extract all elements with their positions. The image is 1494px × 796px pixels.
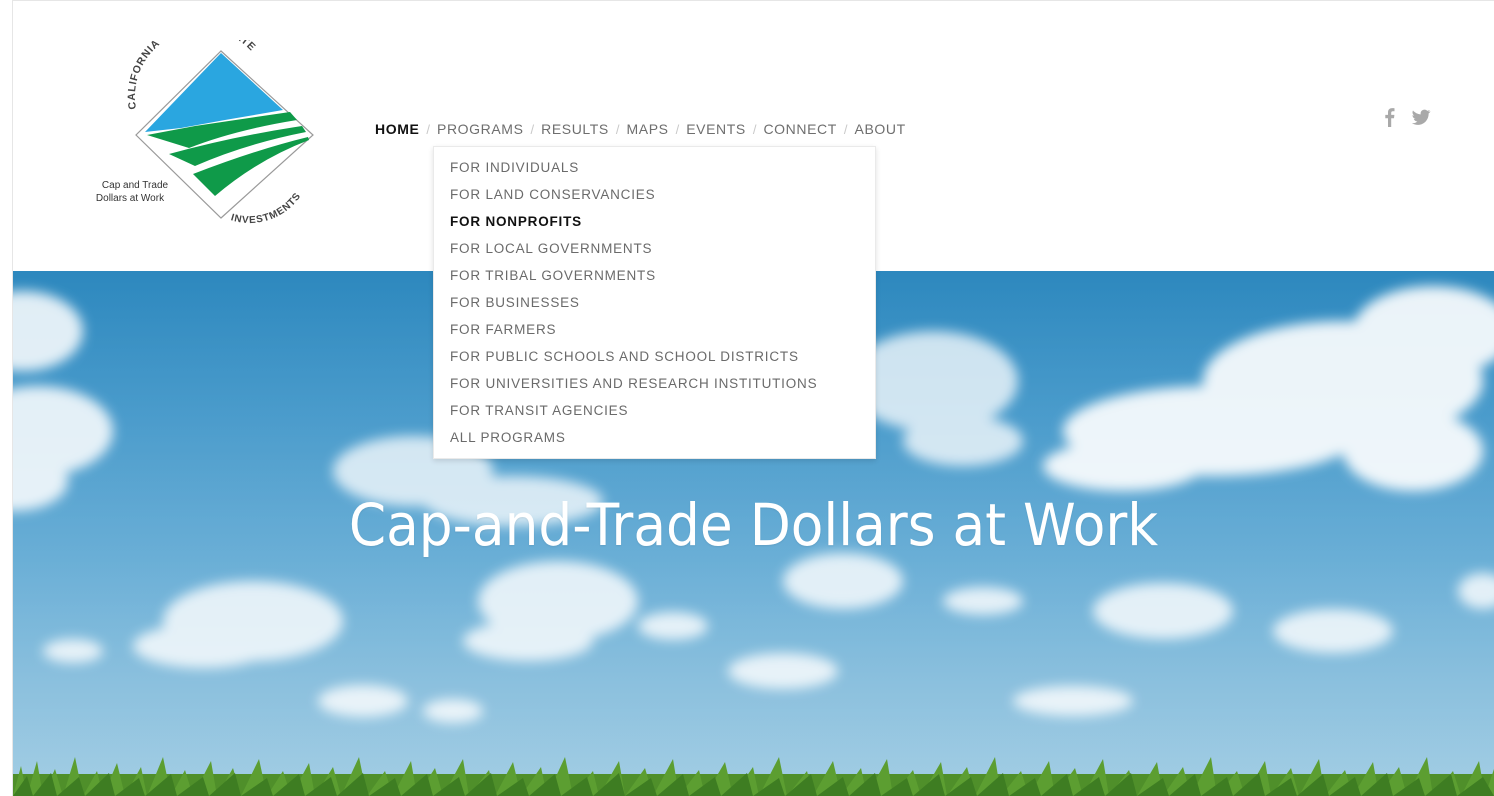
menu-item-public-schools[interactable]: FOR PUBLIC SCHOOLS AND SCHOOL DISTRICTS [434,344,875,371]
menu-item-individuals[interactable]: FOR INDIVIDUALS [434,155,875,182]
facebook-icon[interactable] [1382,106,1400,128]
logo-tagline-line2: Dollars at Work [96,193,165,204]
site-logo[interactable]: CALIFORNIA CLIMATE INVESTMENTS Cap and T… [85,21,325,230]
logo-text-california: CALIFORNIA [126,37,162,110]
menu-item-farmers[interactable]: FOR FARMERS [434,317,875,344]
nav-results[interactable]: RESULTS [541,121,609,137]
nav-separator: / [675,121,680,137]
menu-item-land-conservancies[interactable]: FOR LAND CONSERVANCIES [434,182,875,209]
logo-graphic: CALIFORNIA CLIMATE INVESTMENTS Cap and T… [96,21,314,226]
menu-item-all-programs[interactable]: ALL PROGRAMS [434,425,875,452]
twitter-icon[interactable] [1410,106,1431,128]
nav-about[interactable]: ABOUT [855,121,906,137]
nav-connect[interactable]: CONNECT [763,121,836,137]
menu-item-businesses[interactable]: FOR BUSINESSES [434,290,875,317]
nav-separator: / [752,121,757,137]
main-nav: HOME / PROGRAMS / RESULTS / MAPS / EVENT… [375,119,906,139]
svg-text:CLIMATE: CLIMATE [206,40,258,54]
programs-dropdown-menu: FOR INDIVIDUALS FOR LAND CONSERVANCIES F… [433,146,876,459]
hero-title: Cap-and-Trade Dollars at Work [348,491,1159,559]
svg-text:CALIFORNIA: CALIFORNIA [126,40,162,110]
social-links [1382,106,1431,128]
menu-item-nonprofits[interactable]: FOR NONPROFITS [434,209,875,236]
nav-separator: / [426,121,431,137]
nav-separator: / [843,121,848,137]
nav-events[interactable]: EVENTS [686,121,746,137]
nav-home[interactable]: HOME [375,121,419,137]
nav-programs[interactable]: PROGRAMS [437,121,523,137]
menu-item-tribal-governments[interactable]: FOR TRIBAL GOVERNMENTS [434,263,875,290]
logo-text-climate: CLIMATE [206,21,257,54]
menu-item-local-governments[interactable]: FOR LOCAL GOVERNMENTS [434,236,875,263]
nav-separator: / [615,121,620,137]
nav-maps[interactable]: MAPS [627,121,669,137]
logo-tagline-line1: Cap and Trade [102,180,169,191]
nav-separator: / [530,121,535,137]
menu-item-universities[interactable]: FOR UNIVERSITIES AND RESEARCH INSTITUTIO… [434,371,875,398]
browser-frame-left [0,0,13,796]
menu-item-transit-agencies[interactable]: FOR TRANSIT AGENCIES [434,398,875,425]
